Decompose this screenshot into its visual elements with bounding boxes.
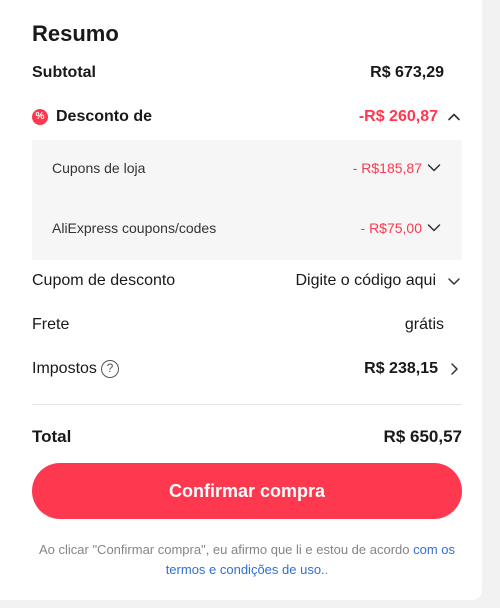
discount-item-value-group: - R$75,00	[361, 220, 442, 236]
shipping-row: Frete grátis	[32, 313, 444, 337]
shipping-value: grátis	[404, 316, 444, 333]
chevron-down-icon[interactable]	[426, 160, 442, 176]
taxes-label-group: Impostos ?	[32, 360, 119, 378]
coupon-placeholder[interactable]: Digite o código aqui	[295, 272, 436, 290]
discount-value-group: -R$ 260,87	[359, 108, 462, 126]
discount-item-store-coupons[interactable]: Cupons de loja - R$185,87	[52, 158, 442, 178]
discount-item-aliexpress-coupons[interactable]: AliExpress coupons/codes - R$75,00	[52, 218, 442, 238]
taxes-value: R$ 238,15	[364, 360, 438, 377]
discount-value: -R$ 260,87	[358, 108, 438, 125]
confirm-purchase-button[interactable]: Confirmar compra	[32, 463, 462, 519]
discount-label: Desconto de	[56, 108, 153, 125]
discount-item-value-group: - R$185,87	[353, 160, 442, 176]
discount-percent-icon: %	[32, 109, 48, 125]
chevron-down-icon[interactable]	[426, 220, 442, 236]
total-row: Total R$ 650,57	[32, 425, 462, 449]
divider	[32, 404, 462, 405]
coupon-row: Cupom de desconto Digite o código aqui	[32, 269, 462, 293]
shipping-label: Frete	[32, 316, 70, 333]
taxes-value-group: R$ 238,15	[364, 360, 462, 378]
chevron-up-icon[interactable]	[446, 109, 462, 125]
discount-item-value: - R$185,87	[352, 160, 422, 176]
subtotal-label: Subtotal	[32, 64, 96, 81]
legal-notice: Ao clicar "Confirmar compra", eu afirmo …	[32, 540, 462, 580]
total-value: R$ 650,57	[383, 427, 462, 446]
discount-item-label: Cupons de loja	[52, 160, 146, 176]
taxes-label: Impostos	[32, 360, 97, 377]
discount-item-value: - R$75,00	[360, 220, 422, 236]
order-summary-panel: Resumo Subtotal R$ 673,29 % Desconto de …	[0, 0, 482, 600]
help-icon[interactable]: ?	[100, 360, 119, 378]
legal-suffix: .	[324, 562, 329, 577]
discount-item-label: AliExpress coupons/codes	[52, 220, 217, 236]
coupon-input-trigger[interactable]: Digite o código aqui	[295, 272, 462, 290]
discount-breakdown: Cupons de loja - R$185,87 AliExpress cou…	[32, 140, 462, 260]
subtotal-value: R$ 673,29	[370, 64, 444, 81]
summary-title: Resumo	[32, 21, 119, 46]
subtotal-row: Subtotal R$ 673,29	[32, 61, 444, 85]
legal-text: Ao clicar "Confirmar compra", eu afirmo …	[38, 542, 414, 557]
coupon-label: Cupom de desconto	[32, 272, 176, 289]
taxes-row[interactable]: Impostos ? R$ 238,15	[32, 357, 462, 381]
chevron-right-icon[interactable]	[446, 361, 462, 377]
total-label: Total	[32, 427, 72, 446]
discount-label-group: % Desconto de	[32, 108, 152, 126]
chevron-down-icon[interactable]	[446, 273, 462, 289]
discount-row[interactable]: % Desconto de -R$ 260,87	[32, 105, 462, 129]
